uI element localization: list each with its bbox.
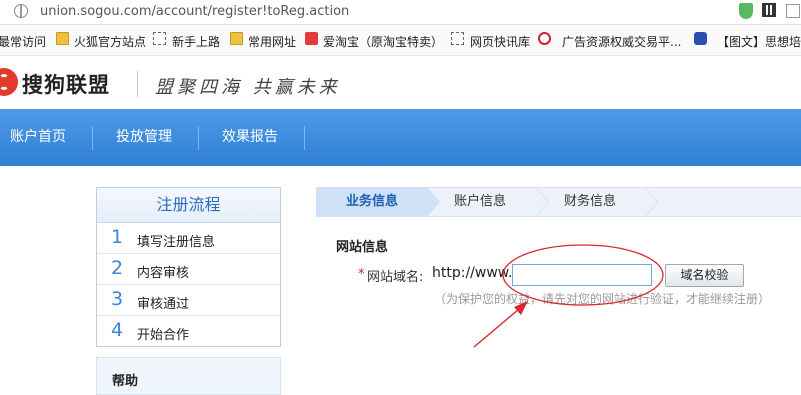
page-icon: [153, 32, 166, 45]
annotation-arrow-line: [473, 303, 526, 348]
bookmark-most-visited[interactable]: 最常访问: [0, 33, 46, 50]
nav-divider: [304, 126, 305, 150]
taobao-icon: [305, 32, 318, 45]
verify-domain-button[interactable]: 域名校验: [665, 264, 744, 287]
registration-steps: 注册流程 1 填写注册信息 2 内容审核 3 审核通过 4 开始合作: [96, 187, 281, 347]
nav-performance-report[interactable]: 效果报告: [222, 109, 278, 166]
step-number: 2: [111, 257, 124, 279]
bookmark-common-sites[interactable]: 常用网址: [248, 33, 296, 50]
required-mark: *: [358, 267, 365, 282]
bookmark-ai-taobao[interactable]: 爱淘宝（原淘宝特卖）: [323, 33, 443, 50]
section-title: 网站信息: [336, 240, 389, 255]
sogou-logo-icon[interactable]: [0, 68, 18, 96]
bookmark-getting-started[interactable]: 新手上路: [172, 33, 220, 50]
sidebar-title: 注册流程: [97, 188, 280, 223]
domain-prefix: http://www.: [432, 265, 513, 281]
bookmark-web-slices[interactable]: 网页快讯库: [470, 33, 530, 50]
step-label: 开始合作: [137, 328, 190, 343]
bookmarks-bar: 最常访问 火狐官方站点 新手上路 常用网址 爱淘宝（原淘宝特卖） 网页快讯库 广…: [0, 25, 801, 56]
address-bar[interactable]: union.sogou.com/account/register!toReg.a…: [0, 0, 801, 25]
qr-code-icon[interactable]: [762, 3, 776, 17]
tab-arrow: [536, 188, 548, 216]
paw-icon: [694, 32, 707, 45]
nav-account-home[interactable]: 账户首页: [10, 109, 66, 166]
page-icon: [451, 32, 464, 45]
tab-account-info[interactable]: 账户信息: [454, 188, 506, 216]
header-divider: [137, 71, 138, 97]
domain-input[interactable]: [512, 264, 652, 286]
tab-arrow: [645, 188, 657, 216]
step-label: 审核通过: [137, 297, 190, 312]
nav-divider: [198, 126, 199, 150]
cc-icon: [538, 32, 551, 45]
slogan: 盟聚四海 共赢未来: [155, 77, 341, 98]
step-item: 2 内容审核: [97, 254, 280, 285]
site-header: 搜狗联盟 盟聚四海 共赢未来: [0, 56, 801, 108]
help-box: 帮助: [96, 357, 281, 395]
main-nav: 账户首页 投放管理 效果报告: [0, 109, 801, 166]
help-title[interactable]: 帮助: [112, 370, 138, 389]
step-item: 3 审核通过: [97, 285, 280, 316]
nav-ad-management[interactable]: 投放管理: [116, 109, 172, 166]
tab-business-info[interactable]: 业务信息: [346, 188, 398, 216]
folder-icon: [230, 32, 243, 45]
step-number: 1: [111, 226, 124, 248]
step-number: 3: [111, 288, 124, 310]
tab-finance-info[interactable]: 财务信息: [564, 188, 616, 216]
folder-icon: [56, 32, 69, 45]
step-item: 4 开始合作: [97, 316, 280, 346]
step-label: 填写注册信息: [137, 235, 216, 250]
extension-icon[interactable]: [786, 4, 800, 18]
url-text[interactable]: union.sogou.com/account/register!toReg.a…: [40, 4, 349, 19]
registration-sidebar: 注册流程 1 填写注册信息 2 内容审核 3 审核通过 4 开始合作 帮助: [96, 187, 281, 395]
nav-divider: [92, 126, 93, 150]
globe-icon: [14, 4, 28, 18]
logo-text[interactable]: 搜狗联盟: [22, 69, 110, 99]
step-item: 1 填写注册信息: [97, 223, 280, 254]
tab-arrow: [428, 188, 440, 216]
step-label: 内容审核: [137, 266, 190, 281]
step-number: 4: [111, 319, 124, 341]
bookmark-ad-platform[interactable]: 广告资源权威交易平...: [562, 33, 681, 50]
hint-text: （为保护您的权益，请先对您的网站进行验证，才能继续注册）: [434, 292, 771, 306]
shield-icon[interactable]: [739, 3, 753, 19]
registration-tabs: 业务信息 账户信息 财务信息: [316, 187, 801, 217]
domain-label: 网站域名:: [367, 270, 424, 285]
bookmark-firefox-site[interactable]: 火狐官方站点: [74, 33, 146, 50]
bookmark-article[interactable]: 【图文】思想培: [717, 33, 801, 50]
